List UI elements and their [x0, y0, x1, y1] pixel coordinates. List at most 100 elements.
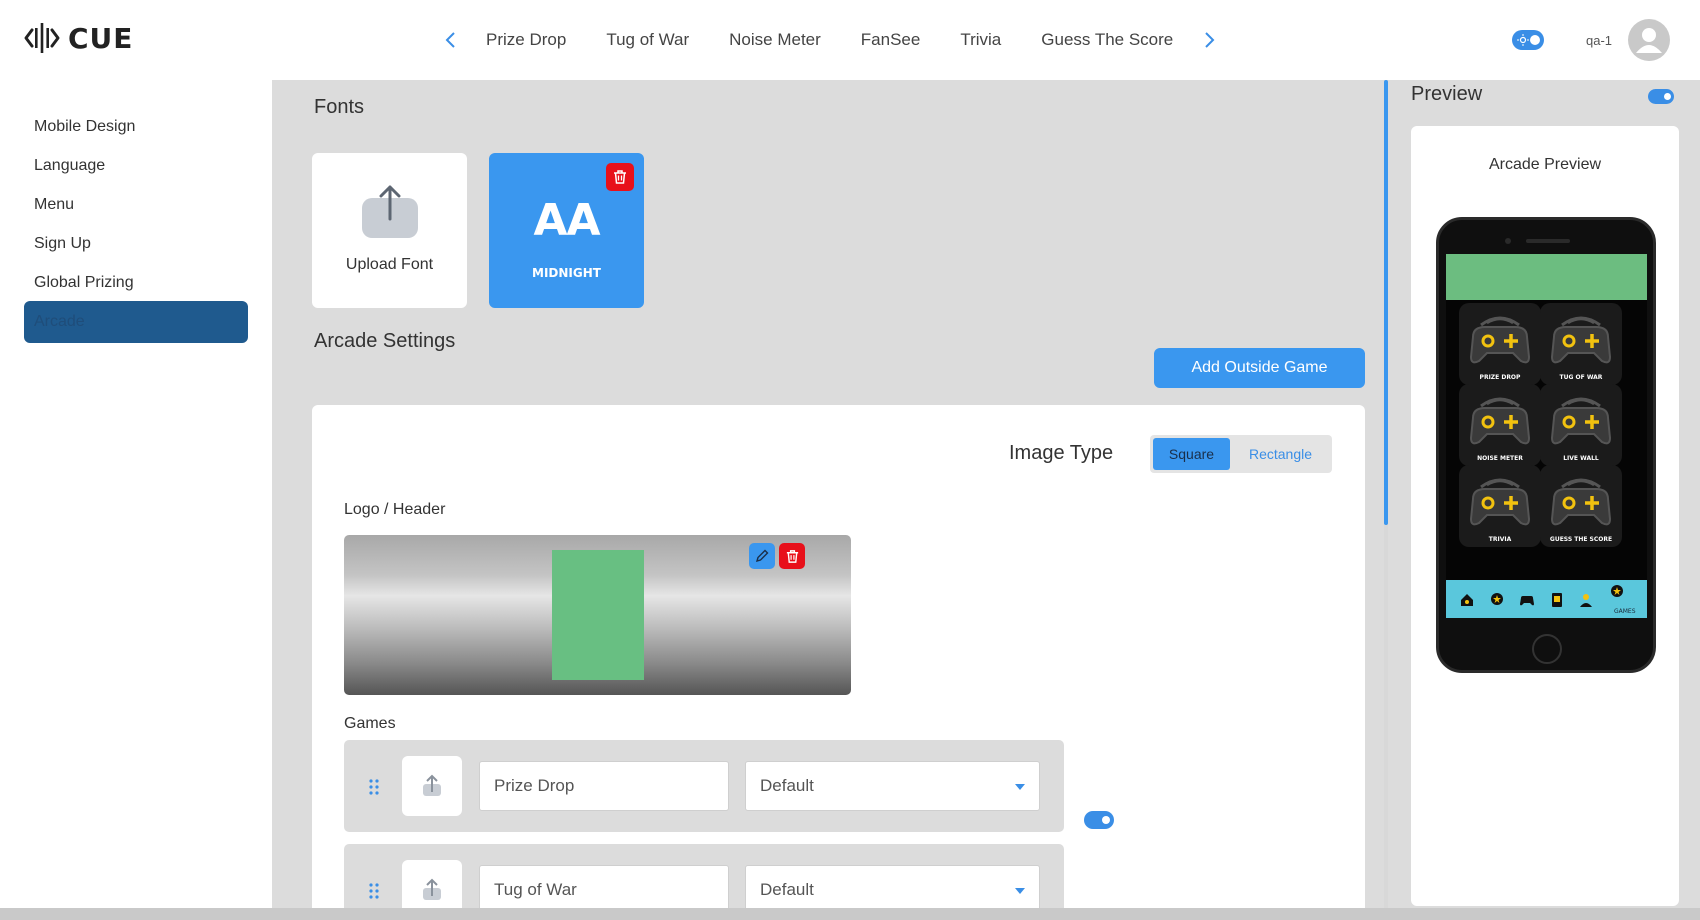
gamepad-icon [1469, 397, 1531, 445]
profile-icon [1580, 594, 1592, 607]
upload-icon [423, 878, 441, 900]
cue-logo-icon [24, 23, 60, 53]
edit-logo-button[interactable] [749, 543, 775, 569]
chevron-left-icon [445, 32, 455, 48]
games-tab-label: GAMES [1614, 608, 1636, 615]
gamepad-icon [1550, 478, 1612, 526]
top-bar: CUE Prize Drop Tug of War Noise Meter Fa… [0, 0, 1700, 80]
game-tile: TRIVIA [1459, 465, 1541, 547]
horizontal-scrollbar[interactable] [0, 908, 1700, 920]
game-name-input[interactable]: Tug of War [479, 865, 729, 908]
arcade-settings-title: Arcade Settings [314, 330, 456, 352]
image-type-rectangle-option[interactable]: Rectangle [1232, 438, 1329, 470]
brand-logo[interactable]: CUE [24, 20, 133, 56]
main-content[interactable]: Fonts Upload Font AA MIDNIGHT Arcade Set… [272, 80, 1384, 908]
game-name-input[interactable]: Prize Drop [479, 761, 729, 811]
gamepad-icon [1469, 478, 1531, 526]
nav-next-button[interactable] [1198, 24, 1222, 56]
nav-prev-button[interactable] [438, 24, 462, 56]
upload-font-card[interactable]: Upload Font [312, 153, 467, 308]
home-icon [1461, 594, 1473, 606]
nav-tab-fansee[interactable]: FanSee [861, 30, 921, 50]
game-nav: Prize Drop Tug of War Noise Meter FanSee… [438, 24, 1222, 56]
username: qa-1 [1586, 33, 1613, 48]
game-style-value: Default [760, 776, 814, 795]
phone-camera [1505, 238, 1511, 244]
phone-home-button [1532, 634, 1562, 664]
caret-down-icon [1015, 784, 1025, 790]
brand-name: CUE [68, 21, 134, 55]
nav-tab-prize-drop[interactable]: Prize Drop [486, 30, 566, 50]
nav-tab-trivia[interactable]: Trivia [960, 30, 1001, 50]
sidebar-item-menu[interactable]: Menu [24, 184, 248, 226]
logo-header-label: Logo / Header [344, 501, 446, 518]
game-tile-label: PRIZE DROP [1479, 374, 1521, 381]
preview-card: Arcade Preview PRIZE DROP TUG OF WAR NOISE… [1411, 126, 1679, 906]
game-style-select[interactable]: Default [745, 865, 1040, 908]
games-label: Games [344, 715, 396, 732]
game-image-upload[interactable] [402, 756, 462, 816]
game-row: Prize Drop Default [344, 740, 1064, 832]
gamepad-icon [1550, 316, 1612, 364]
sidebar-item-sign-up[interactable]: Sign Up [24, 223, 248, 265]
toggle-knob [1664, 93, 1671, 100]
game-tile: NOISE METER [1459, 384, 1541, 466]
toggle-knob [1530, 35, 1540, 45]
games-tab-icon [1611, 585, 1623, 597]
game-tile: GUESS THE SCORE [1540, 465, 1622, 547]
logo-image [552, 550, 644, 680]
phone-mockup: PRIZE DROP TUG OF WAR NOISE METER LIVE WALL… [1436, 217, 1656, 673]
game-tile-label: TRIVIA [1488, 536, 1512, 543]
font-preview-glyphs: AA [533, 195, 600, 246]
phone-bottom-nav: GAMES [1446, 580, 1647, 618]
image-type-label: Image Type [1009, 442, 1114, 464]
game-tile-label: TUG OF WAR [1559, 374, 1603, 381]
nav-tab-noise-meter[interactable]: Noise Meter [729, 30, 821, 50]
game-style-select[interactable]: Default [745, 761, 1040, 811]
theme-toggle[interactable] [1512, 30, 1544, 50]
drag-handle-icon[interactable] [368, 882, 380, 900]
pencil-icon [755, 549, 769, 563]
font-card-midnight[interactable]: AA MIDNIGHT [489, 153, 644, 308]
sidebar-item-language[interactable]: Language [24, 145, 248, 187]
preview-toggle[interactable] [1648, 89, 1674, 104]
game-tile-label: NOISE METER [1477, 455, 1523, 462]
user-icon [1636, 28, 1662, 53]
sidebar-item-mobile-design[interactable]: Mobile Design [24, 106, 248, 148]
sidebar-item-arcade[interactable]: Arcade [24, 301, 248, 343]
game-tile: TUG OF WAR [1540, 303, 1622, 385]
gamepad-icon [1469, 316, 1531, 364]
phone-header-logo [1446, 254, 1647, 300]
font-name: MIDNIGHT [532, 266, 601, 280]
upload-icon [423, 774, 441, 796]
game-row: Tug of War Default [344, 844, 1064, 908]
user-avatar[interactable] [1628, 19, 1670, 61]
game-tile: LIVE WALL [1540, 384, 1622, 466]
toggle-knob [1102, 816, 1110, 824]
phone-speaker [1526, 239, 1570, 243]
game-tile: PRIZE DROP [1459, 303, 1541, 385]
add-outside-game-button[interactable]: Add Outside Game [1154, 348, 1365, 388]
preview-title: Preview [1411, 83, 1483, 105]
game-tile-label: LIVE WALL [1563, 455, 1599, 462]
drag-handle-icon[interactable] [368, 778, 380, 796]
image-type-square-option[interactable]: Square [1153, 438, 1230, 470]
delete-font-button[interactable] [606, 163, 634, 191]
arcade-preview-caption: Arcade Preview [1488, 156, 1602, 173]
logo-header-image[interactable] [344, 535, 851, 695]
game-enabled-toggle[interactable] [1084, 811, 1114, 829]
game-image-upload[interactable] [402, 860, 462, 908]
nav-tab-tug-of-war[interactable]: Tug of War [606, 30, 689, 50]
game-tile-label: GUESS THE SCORE [1549, 536, 1613, 543]
card-icon [1552, 593, 1562, 607]
nav-tab-guess-the-score[interactable]: Guess The Score [1041, 30, 1173, 50]
fonts-title: Fonts [314, 96, 365, 118]
nav-tabs: Prize Drop Tug of War Noise Meter FanSee… [470, 30, 1190, 50]
chevron-right-icon [1205, 32, 1215, 48]
delete-logo-button[interactable] [779, 543, 805, 569]
game-style-value: Default [760, 880, 814, 899]
upload-font-label: Upload Font [345, 256, 434, 273]
preview-panel: Preview Arcade Preview PRIZE DROP TUG OF … [1388, 80, 1700, 908]
sidebar-item-global-prizing[interactable]: Global Prizing [24, 262, 248, 304]
image-type-selector: Square Rectangle [1150, 435, 1332, 473]
